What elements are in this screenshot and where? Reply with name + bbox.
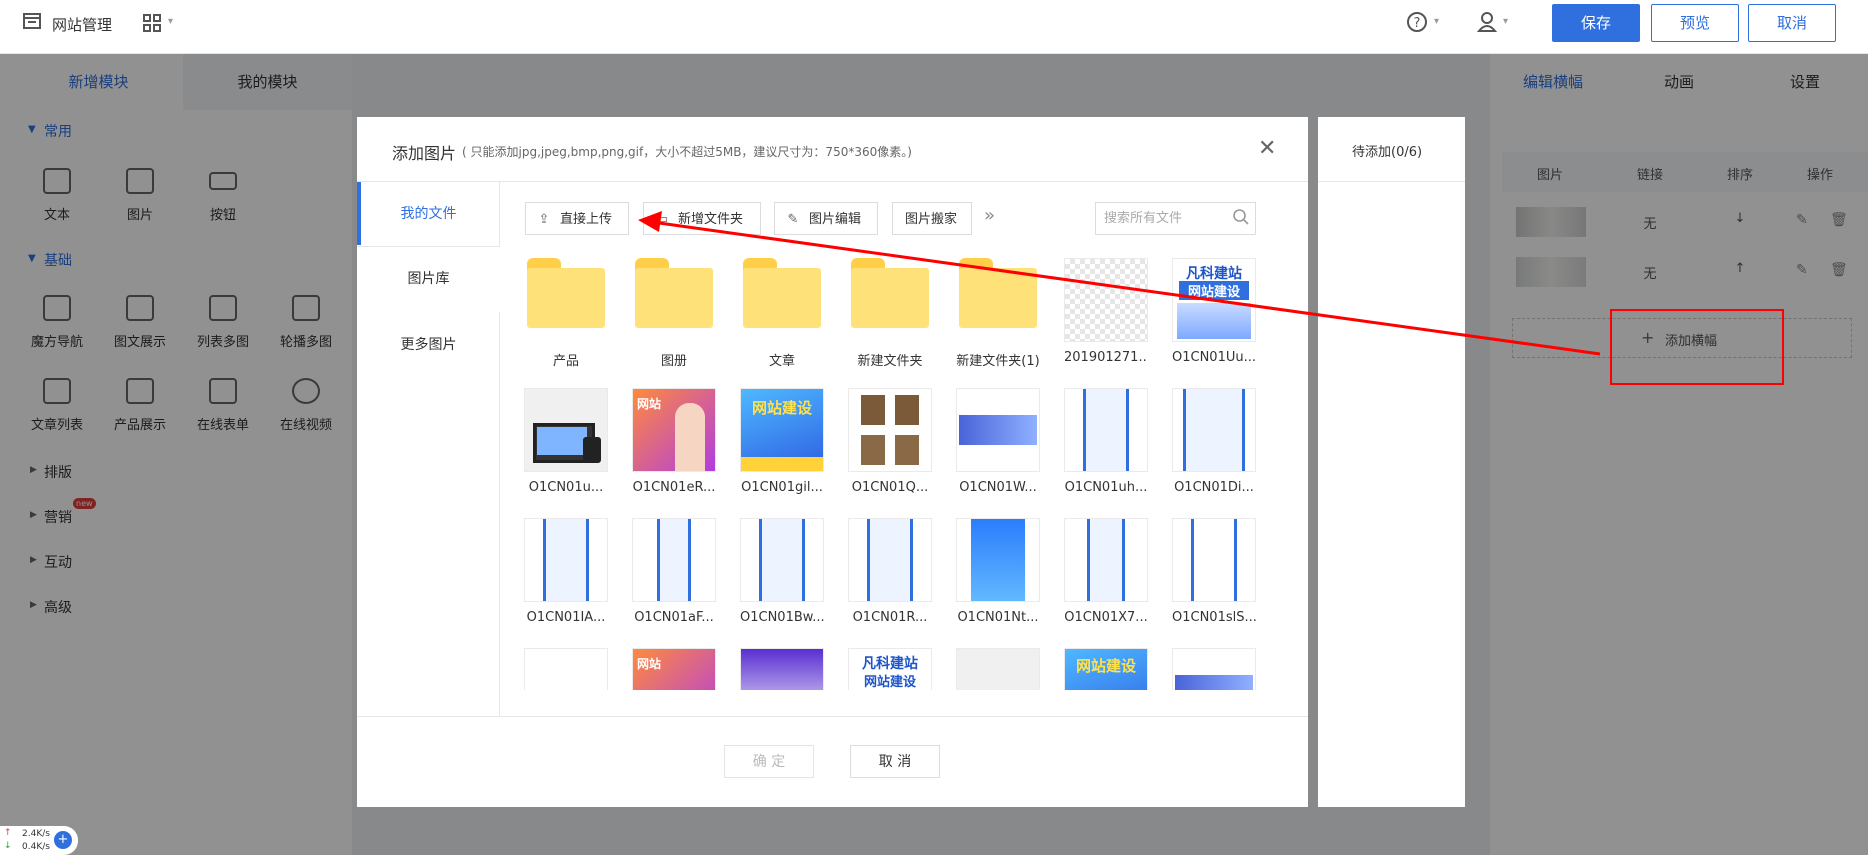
annotation-arrow	[651, 220, 1601, 356]
net-speed-widget[interactable]: ↑ 2.4K/s ↓ 0.4K/s +	[0, 826, 78, 855]
download-speed: 0.4K/s	[22, 842, 50, 852]
arrow-head-icon	[638, 211, 662, 232]
upload-speed: 2.4K/s	[22, 829, 50, 839]
plus-icon[interactable]: +	[54, 831, 72, 849]
annotation-overlay	[638, 211, 1784, 385]
arrow-up-icon: ↑	[4, 828, 12, 838]
arrow-down-icon: ↓	[4, 841, 12, 851]
annotation-box	[1610, 309, 1784, 385]
